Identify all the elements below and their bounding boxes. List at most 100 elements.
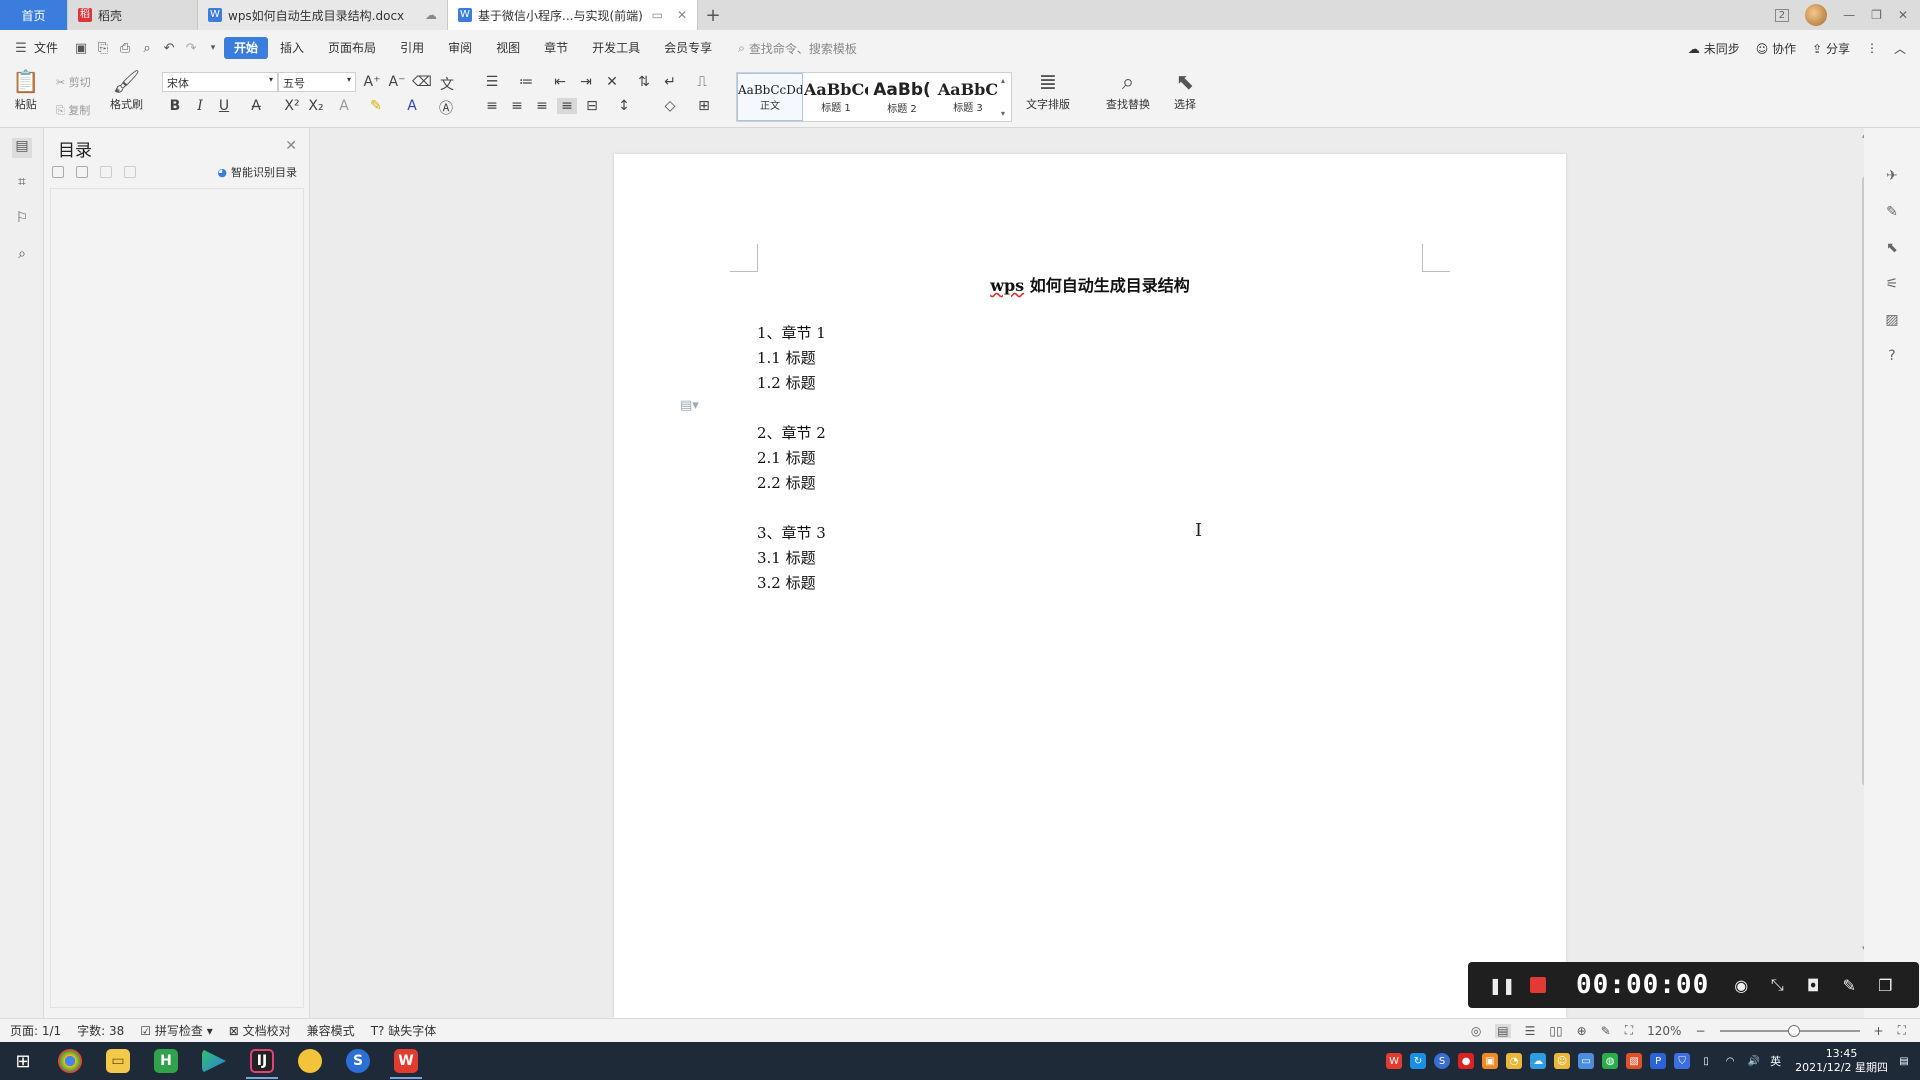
wps-tray-icon[interactable]: W [1386, 1053, 1403, 1069]
char-border-icon[interactable]: Ⓐ [436, 98, 456, 118]
tab-docer[interactable]: 稻 稻壳 [68, 0, 198, 30]
pen-icon[interactable]: ✎ [1882, 204, 1902, 224]
menu-page-layout[interactable]: 页面布局 [316, 37, 388, 59]
increase-indent-icon[interactable]: ⇥ [576, 74, 596, 90]
cursor-icon[interactable]: ⬉ [1882, 240, 1902, 260]
section-nav-icon[interactable]: ⌗ [12, 174, 32, 194]
font-size-select[interactable]: 五号 ▾ [278, 72, 356, 92]
sogou-tray-icon[interactable]: S [1434, 1053, 1451, 1069]
expand-all-icon[interactable] [52, 166, 64, 178]
shield-tray-icon[interactable]: ⛉ [1674, 1053, 1691, 1069]
app-tray-icon[interactable]: ▣ [1482, 1053, 1499, 1069]
hbuilder-app[interactable]: H [142, 1042, 190, 1080]
toc-view-icon[interactable]: ▤ [12, 138, 32, 158]
smart-toc-button[interactable]: ◕ 智能识别目录 [217, 164, 297, 180]
style-normal[interactable]: AaBbCcDd 正文 [737, 73, 803, 121]
clear-format-icon[interactable]: ⌫ [412, 74, 432, 90]
usb-icon[interactable]: ▯ [1698, 1053, 1714, 1069]
menu-home[interactable]: 开始 [224, 37, 269, 59]
display-tray-icon[interactable]: ▭ [1578, 1053, 1595, 1069]
redo-icon[interactable]: ↷ [180, 37, 202, 59]
print-icon[interactable]: ⎙ [114, 37, 136, 59]
tab-home[interactable]: 首页 [0, 0, 68, 30]
word-count[interactable]: 字数: 38 [77, 1022, 124, 1039]
page-indicator[interactable]: 页面: 1/1 [10, 1022, 61, 1039]
font-color-icon[interactable]: A [402, 98, 422, 114]
tab-stops-icon[interactable]: ⎍ [692, 74, 712, 90]
webcam-icon[interactable]: ◉ [1723, 967, 1759, 1003]
new-tab-button[interactable]: + [698, 0, 728, 30]
collapse-ribbon-icon[interactable]: ︿ [1894, 40, 1906, 57]
image-icon[interactable]: ▨ [1882, 312, 1902, 332]
cut-button[interactable]: ✂ 剪切 [56, 74, 91, 90]
restore-icon[interactable]: ❐ [1871, 8, 1882, 22]
menu-developer[interactable]: 开发工具 [580, 37, 652, 59]
menu-review[interactable]: 审阅 [436, 37, 484, 59]
zoom-level[interactable]: 120% [1647, 1024, 1681, 1038]
close-window-icon[interactable]: ✕ [1898, 8, 1908, 22]
page-view-icon[interactable]: ▤ [1495, 1023, 1511, 1038]
intellij-app[interactable]: IJ [238, 1042, 286, 1080]
update-tray-icon[interactable]: ↻ [1410, 1053, 1427, 1069]
spell-check-button[interactable]: ☑ 拼写检查 ▾ [140, 1022, 212, 1039]
hamburger-menu-icon[interactable]: ☰ [10, 37, 32, 59]
text-layout-button[interactable]: ≣ 文字排版 [1026, 70, 1070, 112]
window-count-badge[interactable]: 2 [1774, 8, 1790, 22]
bold-icon[interactable]: B [165, 98, 185, 114]
search-icon[interactable]: ⌕ [12, 246, 32, 266]
style-heading-2[interactable]: AaBb( 标题 2 [869, 73, 935, 121]
style-heading-1[interactable]: AaBbCc 标题 1 [803, 73, 869, 121]
reading-view-icon[interactable]: ▯▯ [1549, 1024, 1562, 1038]
style-scroll[interactable]: ▴ ▾ [1001, 73, 1011, 121]
italic-icon[interactable]: I [190, 98, 210, 114]
chick-app[interactable] [286, 1042, 334, 1080]
shading-icon[interactable]: ◇ [660, 98, 680, 114]
line-spacing-icon[interactable]: ↕ [614, 98, 634, 114]
tab-document-wps[interactable]: W wps如何自动生成目录结构.docx ☁ [198, 0, 448, 30]
write-mode-icon[interactable]: ✎ [1601, 1024, 1611, 1038]
collapse-all-icon[interactable] [76, 166, 88, 178]
menu-file[interactable]: 文件 [32, 37, 70, 59]
settings-sliders-icon[interactable]: ⚟ [1882, 276, 1902, 296]
web-view-icon[interactable]: ⊕ [1577, 1024, 1587, 1038]
undo-icon[interactable]: ↶ [158, 37, 180, 59]
grow-font-icon[interactable]: A⁺ [362, 74, 382, 90]
superscript-icon[interactable]: X² [282, 98, 302, 114]
command-search[interactable]: ⌕ 查找命令、搜索模板 [738, 40, 857, 57]
fit-page-icon[interactable]: ⛶ [1625, 1023, 1633, 1038]
menu-section[interactable]: 章节 [532, 37, 580, 59]
bullet-list-icon[interactable]: ☰ [482, 74, 502, 90]
minimize-recorder-icon[interactable]: ❐ [1867, 967, 1903, 1003]
borders-icon[interactable]: ⊞ [694, 98, 714, 114]
highlight-icon[interactable]: ✎ [366, 98, 386, 114]
minimize-icon[interactable]: — [1843, 8, 1855, 22]
chinese-layout-icon[interactable]: ✕ [602, 74, 622, 90]
more-icon[interactable]: ⋮ [1866, 41, 1878, 55]
shrink-font-icon[interactable]: A⁻ [387, 74, 407, 90]
document-page[interactable]: wps 如何自动生成目录结构 1、章节 1 1.1 标题 1.2 标题 ▤▾ 2… [614, 154, 1566, 1018]
save-icon[interactable]: ▣ [70, 37, 92, 59]
add-entry-icon[interactable] [100, 166, 112, 178]
align-right-icon[interactable]: ≡ [532, 98, 552, 114]
font-name-select[interactable]: 宋体 ▾ [162, 72, 278, 92]
menu-member[interactable]: 会员专享 [652, 37, 724, 59]
close-tab-icon[interactable]: ✕ [677, 8, 687, 22]
wps-app[interactable]: W [382, 1042, 430, 1080]
paste-button[interactable]: 📋 粘贴 [12, 70, 39, 112]
pause-icon[interactable]: ❚❚ [1484, 967, 1520, 1003]
menu-view[interactable]: 视图 [484, 37, 532, 59]
select-button[interactable]: ⬉ 选择 [1174, 70, 1196, 112]
eye-protection-icon[interactable]: ◎ [1471, 1024, 1481, 1038]
close-icon[interactable]: ✕ [285, 138, 297, 154]
find-replace-button[interactable]: ⌕ 查找替换 [1106, 70, 1150, 112]
strikethrough-icon[interactable]: A̶ [246, 98, 266, 114]
remove-entry-icon[interactable] [124, 166, 136, 178]
outline-view-icon[interactable]: ☰ [1525, 1024, 1536, 1038]
justify-icon[interactable]: ≡ [557, 98, 577, 114]
chick-tray-icon[interactable]: ◔ [1506, 1053, 1523, 1069]
paragraph-handle-icon[interactable]: ▤▾ [680, 398, 699, 413]
collab-button[interactable]: ☺ 协作 [1756, 40, 1796, 57]
format-painter-button[interactable]: 🖌 格式刷 [110, 70, 143, 112]
decrease-indent-icon[interactable]: ⇤ [550, 74, 570, 90]
share-button[interactable]: ⇪ 分享 [1812, 40, 1850, 57]
